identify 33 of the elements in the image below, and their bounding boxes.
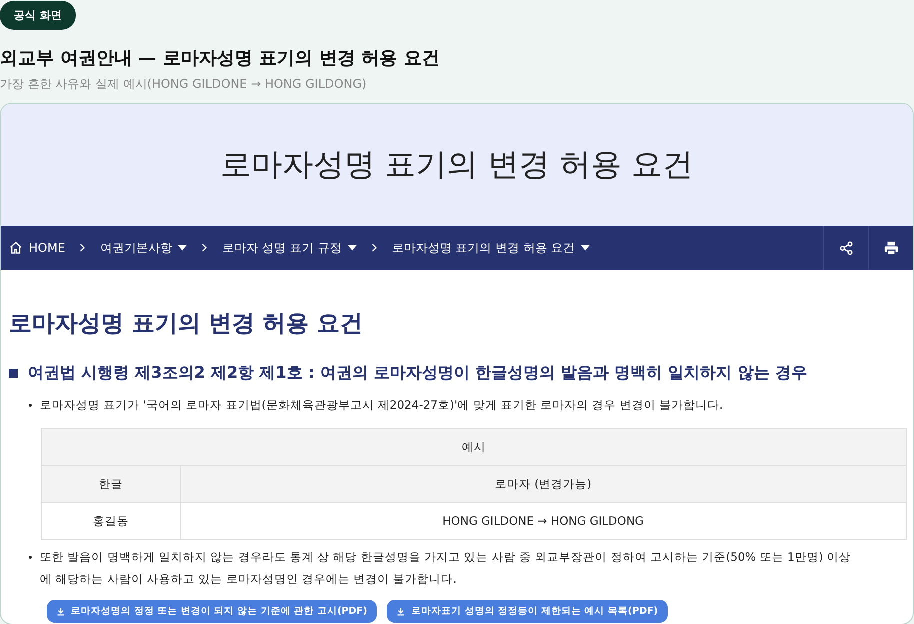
square-bullet-icon bbox=[9, 369, 18, 378]
bullet-icon bbox=[29, 404, 32, 407]
content-heading: 로마자성명 표기의 변경 허용 요건 bbox=[9, 310, 364, 339]
official-badge: 공식 화면 bbox=[0, 1, 76, 30]
download-button[interactable]: 로마자표기 성명의 정정등이 제한되는 예시 목록(PDF) bbox=[387, 600, 668, 623]
chevron-icon bbox=[370, 243, 378, 253]
table-cell: HONG GILDONE → HONG GILDONG bbox=[180, 502, 906, 540]
breadcrumb-link[interactable]: HOME bbox=[9, 241, 66, 255]
hero-title: 로마자성명 표기의 변경 허용 요건 bbox=[220, 146, 694, 185]
home-icon bbox=[9, 241, 23, 255]
download-icon bbox=[397, 608, 406, 616]
caret-icon bbox=[348, 245, 357, 251]
section-title: 여권법 시행령 제3조의2 제2항 제1호 : 여권의 로마자성명이 한글성명의 발음과 명백히 일치하지 않는 경우 bbox=[28, 363, 808, 384]
bullet-text: 또한 발음이 명백하게 일치하지 않는 경우라도 통계 상 해당 한글성명을 가지고 있는 사람 중 외교부장관이 정하여 고시하는 기준(50% 또는 1만명) 이상에 해당하는 사람이 사용하고 있는 로마자성명인 경우에는 변경이 불가합니다. bbox=[40, 549, 852, 588]
bullet-icon bbox=[29, 556, 32, 559]
column-header: 로마자 (변경가능) bbox=[180, 466, 906, 502]
chevron-icon bbox=[79, 243, 86, 253]
breadcrumb-link[interactable]: 여권기본사항 bbox=[100, 240, 188, 256]
bullet-text: 로마자성명 표기가 '국어의 로마자 표기법(문화체육관광부고시 제2024-27호)'에 맞게 표기한 로마자의 경우 변경이 불가합니다. bbox=[40, 397, 724, 414]
print-icon bbox=[884, 240, 898, 256]
page-subtitle: 가장 흔한 사유와 실제 예시(HONG GILDONE → HONG GILDONG) bbox=[0, 76, 368, 93]
download-button[interactable]: 로마자성명의 정정 또는 변경이 되지 않는 기준에 관한 고시(PDF) bbox=[47, 600, 378, 623]
share-icon bbox=[838, 240, 854, 256]
table-cell: 홍길동 bbox=[42, 502, 180, 540]
chevron-icon bbox=[201, 243, 208, 253]
breadcrumb-link[interactable]: 로마자성명 표기의 변경 허용 요건 bbox=[392, 240, 590, 256]
breadcrumb-link[interactable]: 로마자 성명 표기 규정 bbox=[222, 240, 357, 256]
download-icon bbox=[57, 608, 65, 616]
column-header: 한글 bbox=[42, 466, 180, 502]
caret-icon bbox=[581, 245, 590, 251]
page-title: 외교부 여권안내 — 로마자성명 표기의 변경 허용 요건 bbox=[0, 47, 441, 70]
table-caption: 예시 bbox=[42, 428, 906, 466]
caret-icon bbox=[178, 245, 188, 251]
